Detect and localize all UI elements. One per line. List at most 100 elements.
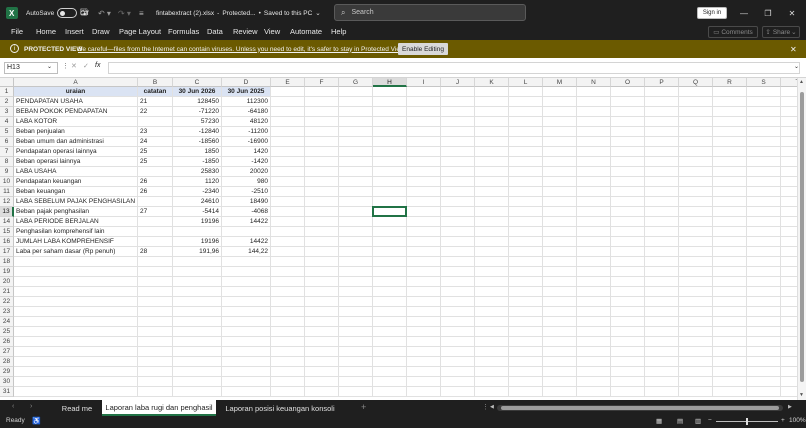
- enable-editing-button[interactable]: Enable Editing: [398, 43, 448, 55]
- empty-cell[interactable]: [138, 307, 173, 317]
- table-cell[interactable]: Beban keuangan: [14, 187, 138, 197]
- empty-cell[interactable]: [475, 227, 509, 237]
- empty-cell[interactable]: [577, 367, 611, 377]
- empty-cell[interactable]: [713, 297, 747, 307]
- row-header[interactable]: 30: [0, 377, 14, 387]
- table-cell[interactable]: BEBAN POKOK PENDAPATAN: [14, 107, 138, 117]
- empty-cell[interactable]: [645, 117, 679, 127]
- table-cell[interactable]: 20020: [222, 167, 271, 177]
- empty-cell[interactable]: [679, 247, 713, 257]
- empty-cell[interactable]: [645, 327, 679, 337]
- empty-cell[interactable]: [407, 357, 441, 367]
- empty-cell[interactable]: [305, 297, 339, 307]
- empty-cell[interactable]: [441, 327, 475, 337]
- empty-cell[interactable]: [305, 277, 339, 287]
- empty-cell[interactable]: [441, 217, 475, 227]
- empty-cell[interactable]: [713, 347, 747, 357]
- empty-cell[interactable]: [407, 237, 441, 247]
- empty-cell[interactable]: [441, 197, 475, 207]
- empty-cell[interactable]: [173, 257, 222, 267]
- empty-cell[interactable]: [373, 97, 407, 107]
- empty-cell[interactable]: [747, 177, 781, 187]
- empty-cell[interactable]: [271, 257, 305, 267]
- empty-cell[interactable]: [173, 307, 222, 317]
- empty-cell[interactable]: [14, 387, 138, 397]
- empty-cell[interactable]: [577, 197, 611, 207]
- search-box[interactable]: ⌕ Search: [334, 4, 526, 21]
- empty-cell[interactable]: [577, 87, 611, 97]
- chevron-down-icon[interactable]: ⌄: [794, 63, 799, 70]
- column-header-b[interactable]: B: [138, 78, 173, 87]
- empty-cell[interactable]: [645, 167, 679, 177]
- empty-cell[interactable]: [271, 217, 305, 227]
- empty-cell[interactable]: [222, 367, 271, 377]
- table-header-cell[interactable]: 30 Jun 2025: [222, 87, 271, 97]
- table-cell[interactable]: Beban pajak penghasilan: [14, 207, 138, 217]
- empty-cell[interactable]: [543, 347, 577, 357]
- empty-cell[interactable]: [222, 267, 271, 277]
- empty-cell[interactable]: [713, 267, 747, 277]
- empty-cell[interactable]: [543, 297, 577, 307]
- close-icon[interactable]: ✕: [790, 45, 797, 54]
- empty-cell[interactable]: [373, 217, 407, 227]
- empty-cell[interactable]: [14, 287, 138, 297]
- empty-cell[interactable]: [271, 137, 305, 147]
- empty-cell[interactable]: [475, 187, 509, 197]
- table-cell[interactable]: 25: [138, 147, 173, 157]
- empty-cell[interactable]: [305, 147, 339, 157]
- empty-cell[interactable]: [645, 157, 679, 167]
- empty-cell[interactable]: [509, 257, 543, 267]
- cancel-icon[interactable]: ✕: [71, 62, 77, 70]
- empty-cell[interactable]: [373, 357, 407, 367]
- row-header[interactable]: 9: [0, 167, 14, 177]
- empty-cell[interactable]: [271, 327, 305, 337]
- empty-cell[interactable]: [713, 287, 747, 297]
- table-cell[interactable]: -16900: [222, 137, 271, 147]
- table-cell[interactable]: 25830: [173, 167, 222, 177]
- empty-cell[interactable]: [222, 317, 271, 327]
- empty-cell[interactable]: [611, 217, 645, 227]
- empty-cell[interactable]: [679, 237, 713, 247]
- empty-cell[interactable]: [577, 227, 611, 237]
- empty-cell[interactable]: [14, 347, 138, 357]
- insert-function-icon[interactable]: fx: [95, 62, 100, 69]
- empty-cell[interactable]: [441, 267, 475, 277]
- empty-cell[interactable]: [441, 187, 475, 197]
- empty-cell[interactable]: [577, 277, 611, 287]
- empty-cell[interactable]: [339, 197, 373, 207]
- empty-cell[interactable]: [781, 187, 797, 197]
- empty-cell[interactable]: [509, 307, 543, 317]
- empty-cell[interactable]: [305, 127, 339, 137]
- empty-cell[interactable]: [373, 287, 407, 297]
- empty-cell[interactable]: [509, 187, 543, 197]
- empty-cell[interactable]: [305, 377, 339, 387]
- empty-cell[interactable]: [747, 257, 781, 267]
- empty-cell[interactable]: [271, 227, 305, 237]
- table-cell[interactable]: [138, 227, 173, 237]
- empty-cell[interactable]: [713, 107, 747, 117]
- table-header-cell[interactable]: uraian: [14, 87, 138, 97]
- sheet-tab-read-me[interactable]: Read me: [56, 400, 98, 416]
- empty-cell[interactable]: [679, 327, 713, 337]
- empty-cell[interactable]: [645, 297, 679, 307]
- empty-cell[interactable]: [543, 117, 577, 127]
- empty-cell[interactable]: [339, 287, 373, 297]
- row-header[interactable]: 15: [0, 227, 14, 237]
- table-cell[interactable]: -71220: [173, 107, 222, 117]
- customize-qat-icon[interactable]: ≡: [139, 0, 144, 26]
- empty-cell[interactable]: [645, 377, 679, 387]
- table-cell[interactable]: [173, 227, 222, 237]
- empty-cell[interactable]: [305, 327, 339, 337]
- empty-cell[interactable]: [475, 287, 509, 297]
- empty-cell[interactable]: [407, 117, 441, 127]
- empty-cell[interactable]: [407, 187, 441, 197]
- empty-cell[interactable]: [781, 237, 797, 247]
- table-cell[interactable]: [138, 237, 173, 247]
- empty-cell[interactable]: [679, 307, 713, 317]
- page-break-view-icon[interactable]: ▥: [695, 417, 701, 425]
- empty-cell[interactable]: [611, 317, 645, 327]
- empty-cell[interactable]: [781, 227, 797, 237]
- empty-cell[interactable]: [305, 137, 339, 147]
- empty-cell[interactable]: [173, 367, 222, 377]
- empty-cell[interactable]: [577, 337, 611, 347]
